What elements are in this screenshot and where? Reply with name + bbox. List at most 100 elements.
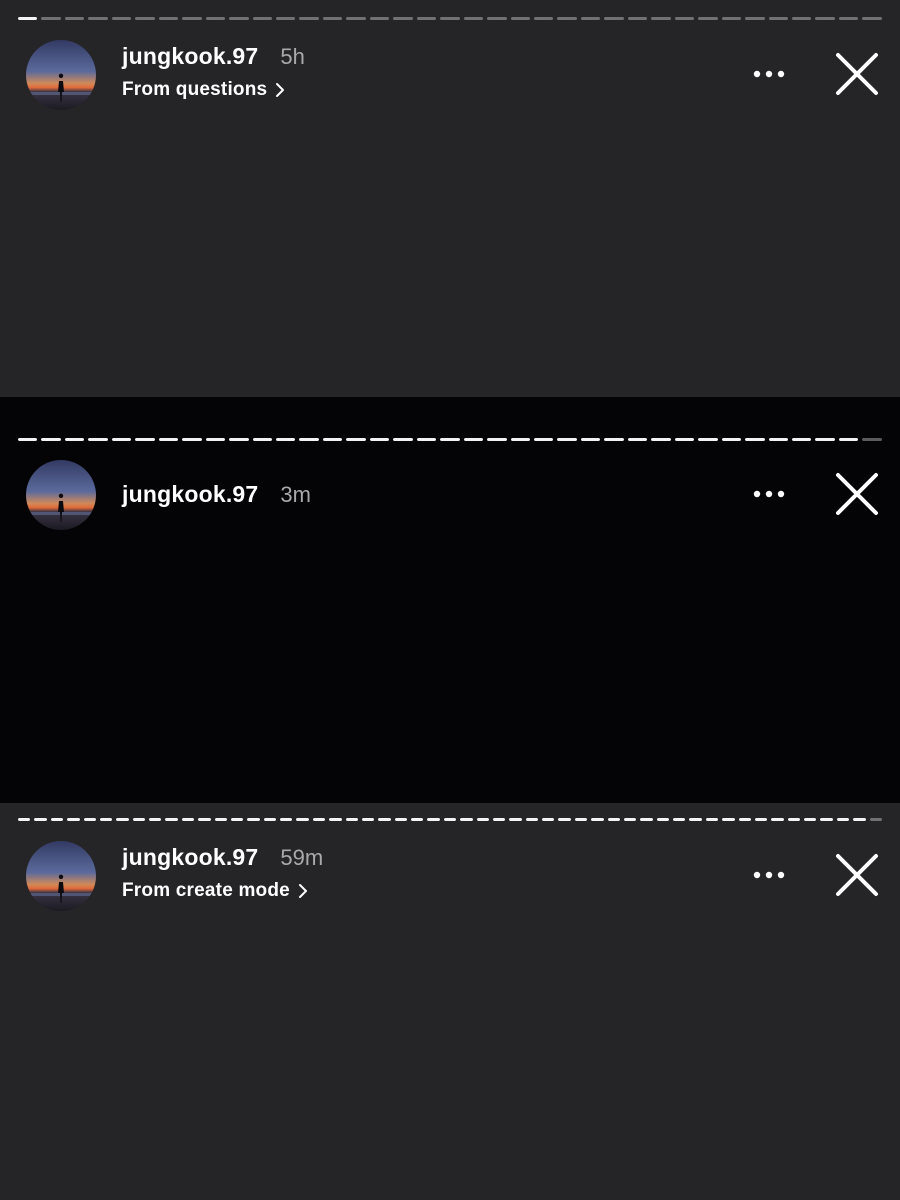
progress-segment-fill	[18, 438, 38, 441]
progress-segment-fill	[230, 818, 244, 821]
avatar-sunset-image	[26, 40, 96, 110]
progress-segment	[393, 17, 413, 20]
progress-segment	[673, 818, 686, 821]
progress-segment-fill	[393, 438, 413, 441]
progress-segment	[721, 17, 742, 20]
story-panel-1[interactable]: jungkook.97 5h From questions	[0, 0, 900, 397]
progress-segment-fill	[674, 438, 695, 441]
progress-segment	[135, 17, 155, 20]
progress-segment-fill	[443, 818, 457, 821]
progress-segment	[674, 17, 695, 20]
progress-segment	[607, 818, 620, 821]
close-button[interactable]	[832, 49, 882, 99]
progress-segment-fill	[487, 438, 507, 441]
progress-segment-fill	[229, 438, 249, 441]
progress-segment-fill	[135, 438, 155, 441]
progress-segment-fill	[476, 818, 489, 821]
progress-segment-fill	[656, 818, 669, 821]
progress-segment	[804, 818, 817, 821]
progress-segment	[463, 17, 484, 20]
progress-segment	[542, 818, 555, 821]
story-source-link[interactable]: From create mode	[122, 880, 323, 902]
progress-segment-fill	[205, 438, 226, 441]
progress-segment	[312, 818, 326, 821]
progress-segment	[198, 818, 211, 821]
progress-segment	[674, 438, 695, 441]
progress-segment-fill	[815, 438, 835, 441]
progress-segment	[815, 17, 835, 20]
progress-segment	[158, 17, 179, 20]
progress-segment-fill	[88, 438, 108, 441]
progress-segment	[252, 438, 272, 441]
avatar[interactable]	[26, 841, 96, 911]
progress-segment	[427, 818, 440, 821]
avatar[interactable]	[26, 460, 96, 530]
progress-segment	[510, 438, 530, 441]
progress-segment	[838, 438, 859, 441]
progress-segment	[487, 438, 507, 441]
progress-segment-fill	[463, 438, 484, 441]
progress-segment	[869, 818, 882, 821]
username[interactable]: jungkook.97	[122, 481, 258, 508]
close-button[interactable]	[832, 850, 882, 900]
story-source-link[interactable]: From questions	[122, 79, 305, 101]
progress-segment	[574, 818, 588, 821]
progress-segment	[604, 17, 624, 20]
progress-segment	[557, 438, 577, 441]
progress-segment-fill	[67, 818, 80, 821]
progress-segment-fill	[198, 818, 211, 821]
progress-segment-fill	[510, 438, 530, 441]
progress-segment-fill	[181, 818, 195, 821]
progress-segment-fill	[754, 818, 768, 821]
progress-segment-fill	[838, 438, 859, 441]
more-options-button[interactable]	[748, 479, 790, 509]
progress-segment-fill	[722, 818, 735, 821]
progress-segment-fill	[296, 818, 309, 821]
story-progress-bar	[18, 438, 882, 441]
progress-segment-fill	[99, 818, 113, 821]
username[interactable]: jungkook.97	[122, 43, 258, 70]
progress-segment	[533, 438, 554, 441]
progress-segment-fill	[149, 818, 162, 821]
timestamp: 5h	[280, 44, 305, 69]
story-panel-3[interactable]: jungkook.97 59m From create mode	[0, 803, 900, 1200]
username[interactable]: jungkook.97	[122, 844, 258, 871]
close-button[interactable]	[832, 469, 882, 519]
progress-segment	[580, 17, 601, 20]
progress-segment	[67, 818, 80, 821]
progress-segment-fill	[623, 818, 637, 821]
close-icon	[836, 854, 878, 896]
progress-segment	[18, 17, 38, 20]
avatar[interactable]	[26, 40, 96, 110]
progress-segment	[820, 818, 833, 821]
story-panel-2[interactable]: jungkook.97 3m	[0, 397, 900, 803]
progress-segment	[205, 438, 226, 441]
progress-segment-fill	[18, 818, 31, 821]
progress-segment-fill	[591, 818, 604, 821]
progress-segment	[111, 17, 132, 20]
progress-segment	[745, 17, 765, 20]
story-progress-bar	[18, 818, 882, 821]
progress-segment	[346, 438, 366, 441]
more-options-button[interactable]	[748, 59, 790, 89]
progress-segment	[299, 438, 319, 441]
progress-segment	[230, 818, 244, 821]
progress-segment-fill	[804, 818, 817, 821]
progress-segment-fill	[299, 438, 319, 441]
progress-segment-fill	[50, 818, 64, 821]
progress-segment	[698, 17, 718, 20]
progress-segment	[275, 17, 296, 20]
progress-segment	[88, 438, 108, 441]
progress-segment	[229, 17, 249, 20]
more-options-button[interactable]	[748, 860, 790, 890]
progress-segment-fill	[651, 438, 671, 441]
progress-segment-fill	[83, 818, 96, 821]
progress-segment	[862, 438, 882, 441]
progress-segment	[361, 818, 375, 821]
progress-segment	[627, 438, 648, 441]
progress-segment-fill	[312, 818, 326, 821]
progress-segment-fill	[640, 818, 653, 821]
progress-segment	[280, 818, 293, 821]
progress-segment	[50, 818, 64, 821]
progress-segment	[476, 818, 489, 821]
